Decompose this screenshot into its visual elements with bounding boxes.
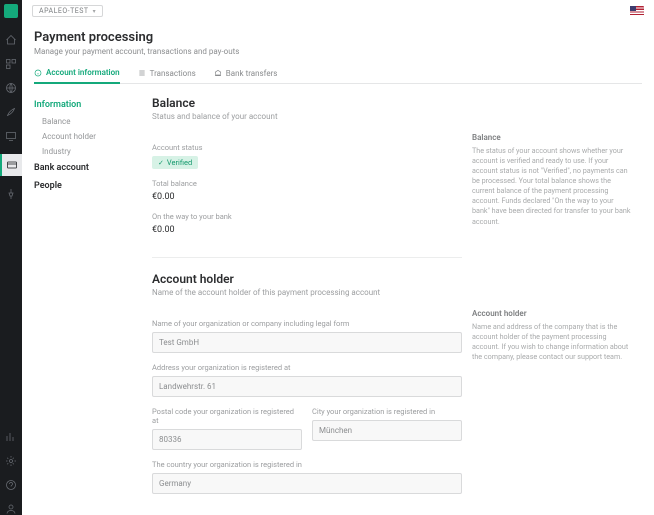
sidenav-industry[interactable]: Industry [34,144,152,159]
nav-settings-icon[interactable] [5,455,17,467]
locale-flag-icon[interactable] [630,6,644,16]
postal-input[interactable] [152,429,302,450]
balance-help-body: The status of your account shows whether… [472,146,632,227]
nav-reports-icon[interactable] [5,431,17,443]
page: Payment processing Manage your payment a… [22,22,654,515]
country-field: The country your organization is registe… [152,460,462,494]
org-address-field: Address your organization is registered … [152,363,462,397]
balance-row: Account status Verified Total balance €0… [152,133,642,235]
info-icon [34,69,42,77]
side-nav: Information Balance Account holder Indus… [34,84,152,515]
sidenav-bank-account[interactable]: Bank account [34,159,152,177]
total-balance-label: Total balance [152,179,462,188]
sidenav-information[interactable]: Information [34,96,152,114]
balance-left: Account status Verified Total balance €0… [152,133,462,235]
city-field: City your organization is registered in [312,407,462,450]
status-badge: Verified [152,156,198,169]
holder-help: Account holder Name and address of the c… [472,309,632,494]
holder-help-body: Name and address of the company that is … [472,322,632,362]
property-selector-label: APALEO-TEST [39,7,89,15]
page-title: Payment processing [34,30,642,45]
total-balance-value: €0.00 [152,192,462,202]
onway-label: On the way to your bank [152,212,462,221]
nav-dashboard-icon[interactable] [5,58,17,70]
status-badge-text: Verified [167,158,192,167]
country-label: The country your organization is registe… [152,460,462,469]
balance-help-title: Balance [472,133,632,142]
sidenav-balance[interactable]: Balance [34,114,152,129]
org-name-input[interactable] [152,332,462,353]
holder-desc: Name of the account holder of this payme… [152,288,642,297]
holder-section-head: Account holder Name of the account holde… [152,272,642,297]
nav-home-icon[interactable] [5,34,17,46]
section-divider [152,257,462,258]
holder-left: Name of your organization or company inc… [152,309,462,494]
tab-label: Account information [46,68,120,77]
topbar: APALEO-TEST [22,0,654,22]
tab-bank-transfers[interactable]: Bank transfers [214,68,278,83]
account-status-block: Account status Verified [152,143,462,169]
holder-help-title: Account holder [472,309,632,318]
postal-label: Postal code your organization is registe… [152,407,302,425]
tab-label: Transactions [150,69,196,78]
city-label: City your organization is registered in [312,407,462,416]
nav-globe-icon[interactable] [5,82,17,94]
balance-title: Balance [152,96,642,110]
org-name-field: Name of your organization or company inc… [152,319,462,353]
account-status-label: Account status [152,143,462,152]
total-balance-block: Total balance €0.00 [152,179,462,202]
app-logo[interactable] [4,4,18,18]
org-name-label: Name of your organization or company inc… [152,319,462,328]
tab-transactions[interactable]: Transactions [138,68,196,83]
postal-city-row: Postal code your organization is registe… [152,397,462,450]
nav-card-icon[interactable] [0,154,22,176]
city-input[interactable] [312,420,462,441]
org-address-label: Address your organization is registered … [152,363,462,372]
left-rail [0,0,22,515]
property-selector[interactable]: APALEO-TEST [32,5,103,17]
page-subtitle: Manage your payment account, transaction… [34,47,642,56]
country-input[interactable] [152,473,462,494]
nav-user-avatar[interactable] [5,503,17,515]
content: Information Balance Account holder Indus… [34,84,642,515]
panel: Balance Status and balance of your accou… [152,84,642,515]
list-icon [138,69,146,77]
nav-monitor-icon[interactable] [5,130,17,142]
onway-value: €0.00 [152,225,462,235]
onway-block: On the way to your bank €0.00 [152,212,462,235]
postal-field: Postal code your organization is registe… [152,407,302,450]
balance-help: Balance The status of your account shows… [472,133,632,235]
balance-desc: Status and balance of your account [152,112,642,121]
balance-section-head: Balance Status and balance of your accou… [152,96,642,121]
holder-row: Name of your organization or company inc… [152,309,642,494]
tab-label: Bank transfers [226,69,278,78]
nav-rocket-icon[interactable] [5,106,17,118]
org-address-input[interactable] [152,376,462,397]
sidenav-account-holder[interactable]: Account holder [34,129,152,144]
sidenav-people[interactable]: People [34,177,152,195]
nav-help-icon[interactable] [5,479,17,491]
tab-account-information[interactable]: Account information [34,68,120,84]
holder-title: Account holder [152,272,642,286]
bank-icon [214,69,222,77]
main-area: APALEO-TEST Payment processing Manage yo… [22,0,654,515]
tabs: Account information Transactions Bank tr… [34,68,642,84]
nav-pin-icon[interactable] [5,188,17,200]
